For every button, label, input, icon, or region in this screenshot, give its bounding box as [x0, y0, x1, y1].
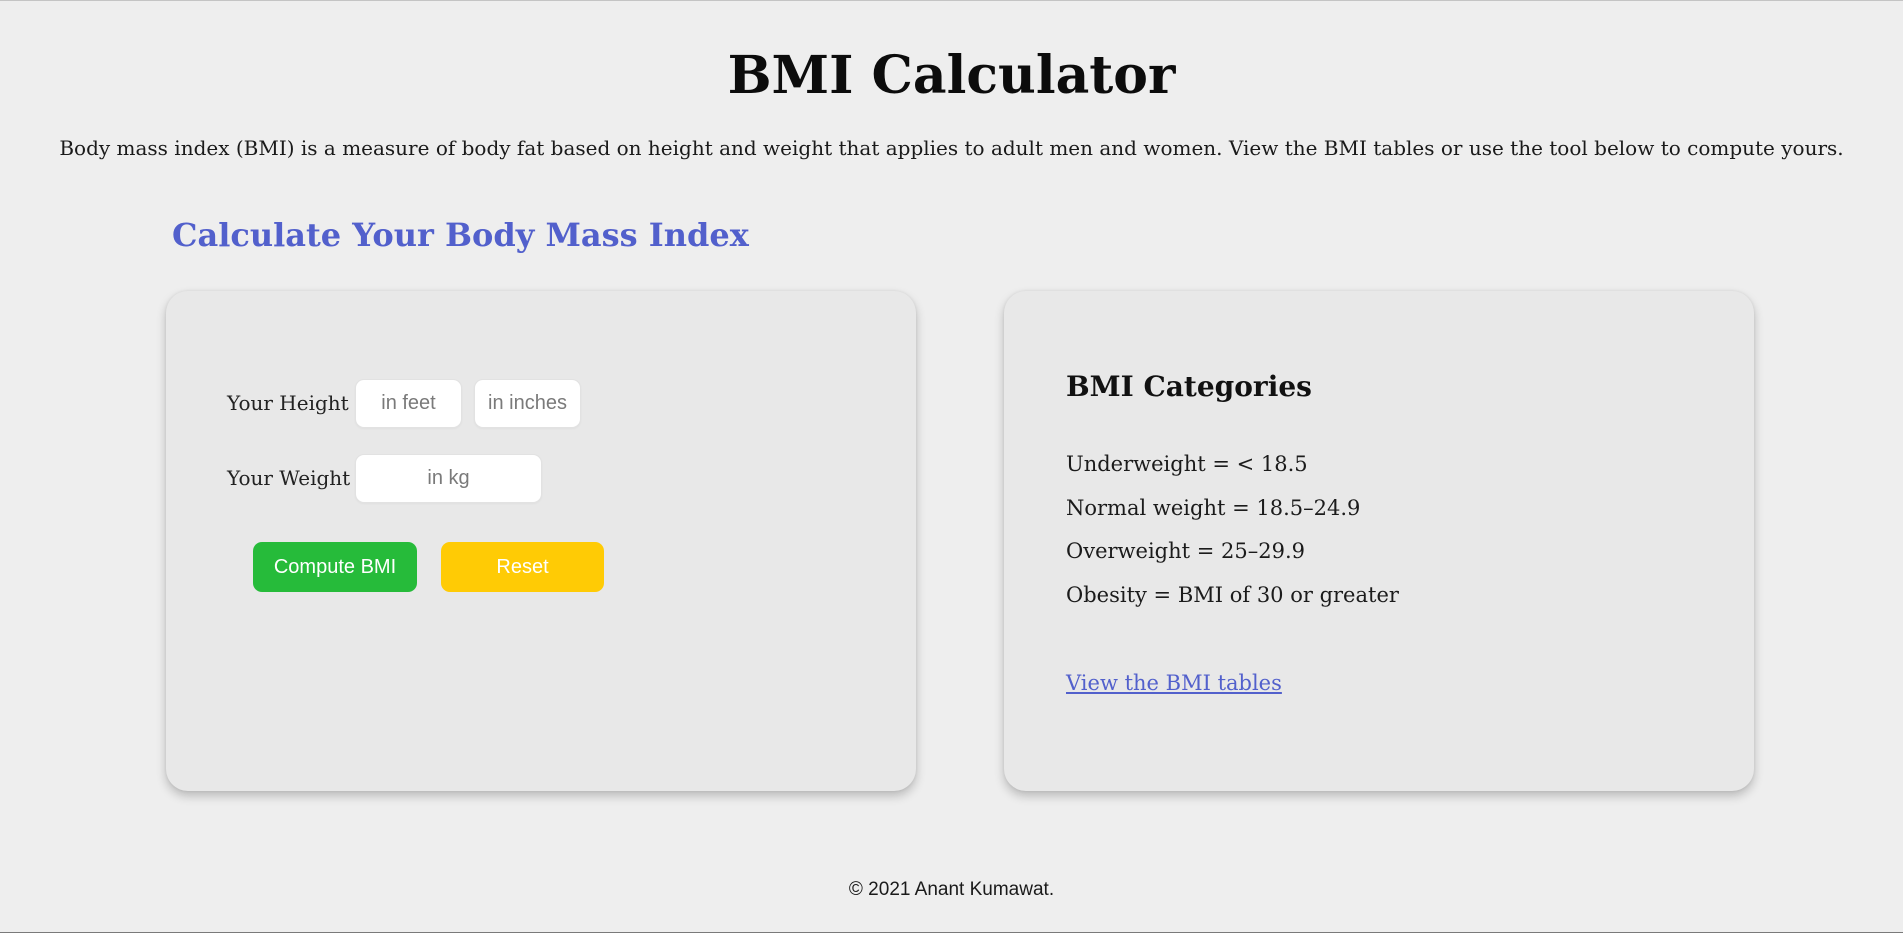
- calculator-heading: Calculate Your Body Mass Index: [172, 216, 749, 254]
- height-label: Your Height: [227, 391, 349, 415]
- height-inches-input[interactable]: [474, 379, 581, 428]
- height-feet-input[interactable]: [355, 379, 462, 428]
- page-title: BMI Calculator: [727, 45, 1176, 106]
- view-bmi-tables-link[interactable]: View the BMI tables: [1066, 669, 1282, 697]
- compute-bmi-button[interactable]: Compute BMI: [253, 542, 417, 592]
- bmi-categories-card: BMI Categories Underweight = < 18.5 Norm…: [1004, 291, 1754, 791]
- category-underweight: Underweight = < 18.5: [1066, 452, 1308, 476]
- categories-list: Underweight = < 18.5 Normal weight = 18.…: [1066, 443, 1399, 617]
- footer-copyright: © 2021 Anant Kumawat.: [848, 879, 1055, 900]
- category-overweight: Overweight = 25–29.9: [1066, 539, 1305, 563]
- reset-button[interactable]: Reset: [441, 542, 604, 592]
- category-normal-weight: Normal weight = 18.5–24.9: [1066, 495, 1361, 520]
- intro-text: Body mass index (BMI) is a measure of bo…: [59, 136, 1844, 160]
- weight-label: Your Weight: [227, 466, 351, 490]
- calculator-card: Your Height Your Weight Compute BMI Rese…: [166, 291, 916, 791]
- categories-heading: BMI Categories: [1066, 370, 1312, 403]
- weight-kg-input[interactable]: [355, 454, 542, 503]
- category-obesity: Obesity = BMI of 30 or greater: [1066, 582, 1399, 607]
